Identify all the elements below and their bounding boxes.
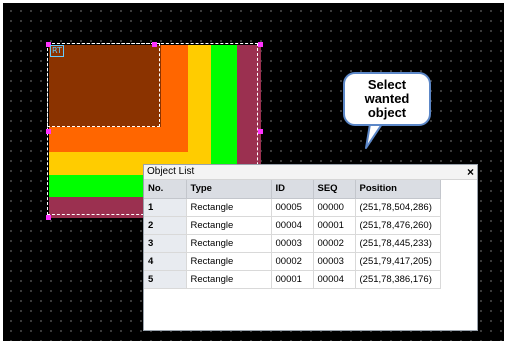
cell-id: 00002 (271, 252, 314, 271)
cell-type: Rectangle (186, 234, 272, 253)
cell-id: 00005 (271, 198, 314, 217)
cell-seq: 00004 (313, 270, 356, 289)
cell-seq: 00003 (313, 252, 356, 271)
resize-handle-middle-left[interactable] (46, 129, 51, 134)
cell-no: 4 (144, 252, 187, 271)
cell-no: 3 (144, 234, 187, 253)
cell-id: 00003 (271, 234, 314, 253)
table-row[interactable]: 1 Rectangle 00005 00000 (251,78,504,286) (144, 198, 441, 217)
close-icon[interactable]: × (467, 165, 474, 179)
panel-title: Object List (147, 166, 195, 177)
object-type-tag: RT (50, 45, 64, 57)
cell-no: 2 (144, 216, 187, 235)
table-row[interactable]: 3 Rectangle 00003 00002 (251,78,445,233) (144, 234, 441, 253)
table-row[interactable]: 2 Rectangle 00004 00001 (251,78,476,260) (144, 216, 441, 235)
column-header-no[interactable]: No. (144, 180, 187, 199)
cell-seq: 00001 (313, 216, 356, 235)
resize-handle-top-middle[interactable] (152, 42, 157, 47)
object-list-panel: Object List × No. Type ID SEQ Position 1… (143, 164, 478, 331)
cell-seq: 00000 (313, 198, 356, 217)
cell-id: 00004 (271, 216, 314, 235)
cell-position: (251,78,386,176) (355, 270, 441, 289)
cell-id: 00001 (271, 270, 314, 289)
cell-no: 1 (144, 198, 187, 217)
object-table: No. Type ID SEQ Position 1 Rectangle 000… (144, 180, 441, 289)
inner-selection-outline (47, 43, 160, 127)
cell-no: 5 (144, 270, 187, 289)
cell-type: Rectangle (186, 252, 272, 271)
cell-position: (251,78,476,260) (355, 216, 441, 235)
callout-text: Select wanted object (364, 77, 410, 120)
panel-title-bar[interactable]: Object List × (144, 165, 477, 180)
cell-type: Rectangle (186, 216, 272, 235)
cell-type: Rectangle (186, 270, 272, 289)
table-row[interactable]: 4 Rectangle 00002 00003 (251,79,417,205) (144, 252, 441, 271)
column-header-position[interactable]: Position (355, 180, 441, 199)
column-header-type[interactable]: Type (186, 180, 272, 199)
column-header-seq[interactable]: SEQ (313, 180, 356, 199)
cell-position: (251,78,445,233) (355, 234, 441, 253)
resize-handle-middle-right[interactable] (258, 129, 263, 134)
cell-position: (251,78,504,286) (355, 198, 441, 217)
table-row[interactable]: 5 Rectangle 00001 00004 (251,78,386,176) (144, 270, 441, 289)
cell-type: Rectangle (186, 198, 272, 217)
cell-position: (251,79,417,205) (355, 252, 441, 271)
table-header-row: No. Type ID SEQ Position (144, 180, 441, 199)
column-header-id[interactable]: ID (271, 180, 314, 199)
resize-handle-bottom-left[interactable] (46, 215, 51, 220)
cell-seq: 00002 (313, 234, 356, 253)
callout-bubble: Select wanted object (343, 72, 431, 126)
resize-handle-top-right[interactable] (258, 42, 263, 47)
